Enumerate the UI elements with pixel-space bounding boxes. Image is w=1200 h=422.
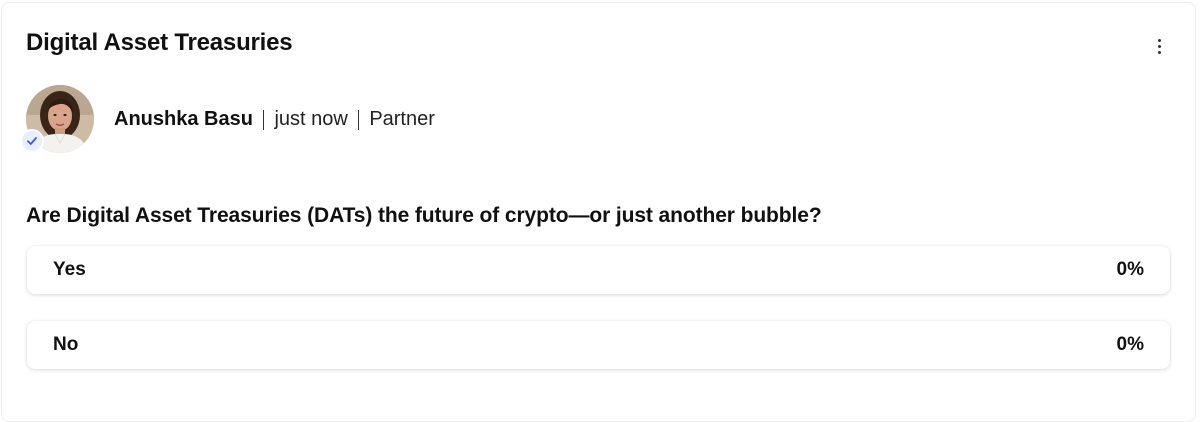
post-card: Digital Asset Treasuries Anushka Basu ju…	[1, 2, 1196, 422]
author-role: Partner	[369, 108, 435, 130]
poll-option-label: Yes	[53, 259, 86, 280]
meta-divider	[357, 109, 360, 130]
more-vertical-icon	[1157, 38, 1161, 42]
author-meta: Anushka Basu just now Partner	[114, 108, 435, 131]
more-vertical-icon-dot	[1157, 44, 1161, 48]
poll-option-percent: 0%	[1116, 334, 1144, 355]
poll-option-percent: 0%	[1116, 259, 1144, 280]
meta-divider	[262, 109, 265, 130]
poll-option-yes[interactable]: Yes 0%	[27, 246, 1170, 294]
check-icon	[27, 137, 37, 145]
author-name[interactable]: Anushka Basu	[114, 108, 253, 131]
post-time: just now	[274, 108, 348, 130]
author-avatar-wrap[interactable]	[20, 85, 96, 157]
verified-badge	[20, 129, 44, 153]
poll-option-no[interactable]: No 0%	[27, 321, 1170, 369]
poll-question: Are Digital Asset Treasuries (DATs) the …	[26, 204, 822, 227]
more-options-button[interactable]	[1148, 33, 1170, 59]
poll-option-label: No	[53, 334, 79, 355]
post-title: Digital Asset Treasuries	[26, 29, 293, 56]
more-vertical-icon-dot	[1157, 50, 1161, 54]
